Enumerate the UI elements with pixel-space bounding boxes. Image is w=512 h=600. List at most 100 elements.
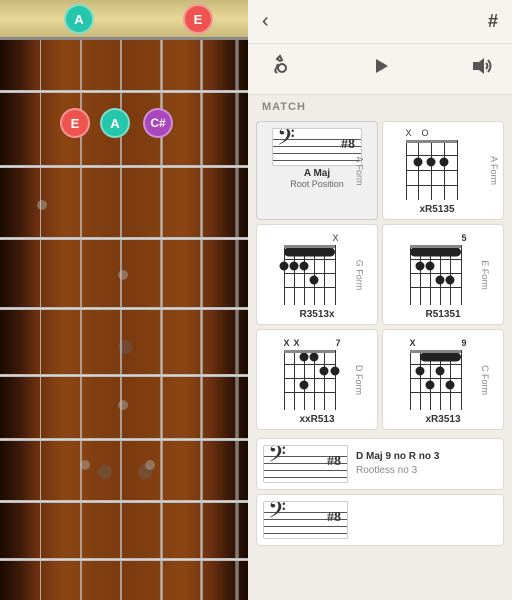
staff-number-3: #8 [327,510,341,526]
cd-dot [310,276,319,285]
fret-dot [145,460,155,470]
chord-card-g-form[interactable]: X [256,224,378,325]
staff-line [273,160,361,161]
cd-string [284,350,285,410]
play-button[interactable] [370,55,392,83]
controls-row [248,44,512,95]
chord-diagram-a-form: X O [400,128,475,200]
bass-clef-3: 𝄢 [268,501,286,530]
chord-diagram-c-form: X 9 [406,338,481,410]
cd-fret [410,259,461,260]
chord-card-1[interactable]: 𝄢 #8 A Maj Root Position A Form [256,121,378,220]
cd-dot [425,262,434,271]
guitar-icon[interactable] [268,54,292,84]
right-panel: ‹ # MATCH [248,0,512,600]
cd-grid [410,245,461,305]
fret-number-5: 5 [461,233,466,243]
mute-x2: X [294,338,300,348]
form-label-a: A Form [489,156,499,185]
bottom-chord-1[interactable]: 𝄢 #8 D Maj 9 no R no 3 Rootless no 3 [256,438,504,490]
note-e-nut: E [183,4,213,34]
hash-button[interactable]: # [488,11,498,32]
cd-string [294,350,295,410]
fret-5 [0,374,248,377]
cd-dot [425,381,434,390]
back-button[interactable]: ‹ [262,10,269,33]
volume-icon[interactable] [470,55,492,83]
note-cs-fret2: C# [143,108,173,138]
fret-7 [0,500,248,503]
staff-number-2: #8 [327,454,341,470]
cd-nut [410,350,461,353]
fretboard-panel: A E E A C# [0,0,248,600]
note-e-fret2: E [60,108,90,138]
cd-fret [410,273,461,274]
cd-dot [279,262,288,271]
form-label-e: E Form [480,260,490,290]
form-label-1: A Form [354,156,364,185]
cd-dot [446,381,455,390]
chord-label-2: R3513x [299,309,334,320]
cd-dot [414,158,423,167]
fret-4 [0,307,248,310]
cd-dot [436,367,445,376]
cd-string [418,140,419,200]
cd-nut [406,140,457,143]
cd-fret [410,392,461,393]
cd-fret [284,273,335,274]
cd-nut [410,245,461,248]
chords-grid: 𝄢 #8 A Maj Root Position A Form X O [248,117,512,434]
cd-dot [415,262,424,271]
chord-card-e-form[interactable]: 5 [382,224,504,325]
note-a-nut: A [64,4,94,34]
form-label-g: G Form [354,259,364,290]
cd-string [461,350,462,410]
chord-label-3: R51351 [425,309,460,320]
staff-line [264,533,347,534]
bottom-chord-2[interactable]: 𝄢 #8 [256,494,504,546]
cd-fret [284,287,335,288]
chord-card-a-form[interactable]: X O [382,121,504,220]
cd-dot [299,381,308,390]
cd-string [431,140,432,200]
cd-grid [406,140,457,200]
cd-string [335,245,336,305]
cd-fret [284,378,335,379]
cd-fret [284,392,335,393]
cd-nut [284,245,335,248]
cd-fret [410,378,461,379]
chord-diagram-e-form: 5 [406,233,481,305]
cd-dot [299,353,308,362]
cd-fret [410,287,461,288]
cd-barre [420,353,461,362]
open-marker: O [422,128,429,138]
cd-string [406,140,407,200]
form-label-d: D Form [354,365,364,395]
fret-3 [0,237,248,240]
chord-card-d-form[interactable]: X X 7 [256,329,378,430]
mute-marker: X [332,233,338,243]
mute-x1: X [284,338,290,348]
fret-marker-7a [98,465,112,479]
fret-dot [80,460,90,470]
cd-string [461,245,462,305]
chord-label-1: A Maj [304,168,330,179]
position-label-a: xR5135 [419,204,454,215]
chord-label-4: xxR513 [299,414,334,425]
cd-string [457,140,458,200]
cd-dot [320,367,329,376]
cd-dot [415,367,424,376]
chord-card-c-form[interactable]: X 9 [382,329,504,430]
fret-number-9: 9 [461,338,466,348]
fret-2 [0,165,248,168]
cd-dot [310,353,319,362]
cd-grid [284,350,335,410]
chord-diagram-g-form: X [280,233,355,305]
cd-dot [289,262,298,271]
fret-1 [0,90,248,93]
staff-number: #8 [341,137,355,153]
cd-barre [284,248,335,257]
fret-dot [37,200,47,210]
notation-staff-1: 𝄢 #8 [272,128,362,166]
cd-dot [299,262,308,271]
